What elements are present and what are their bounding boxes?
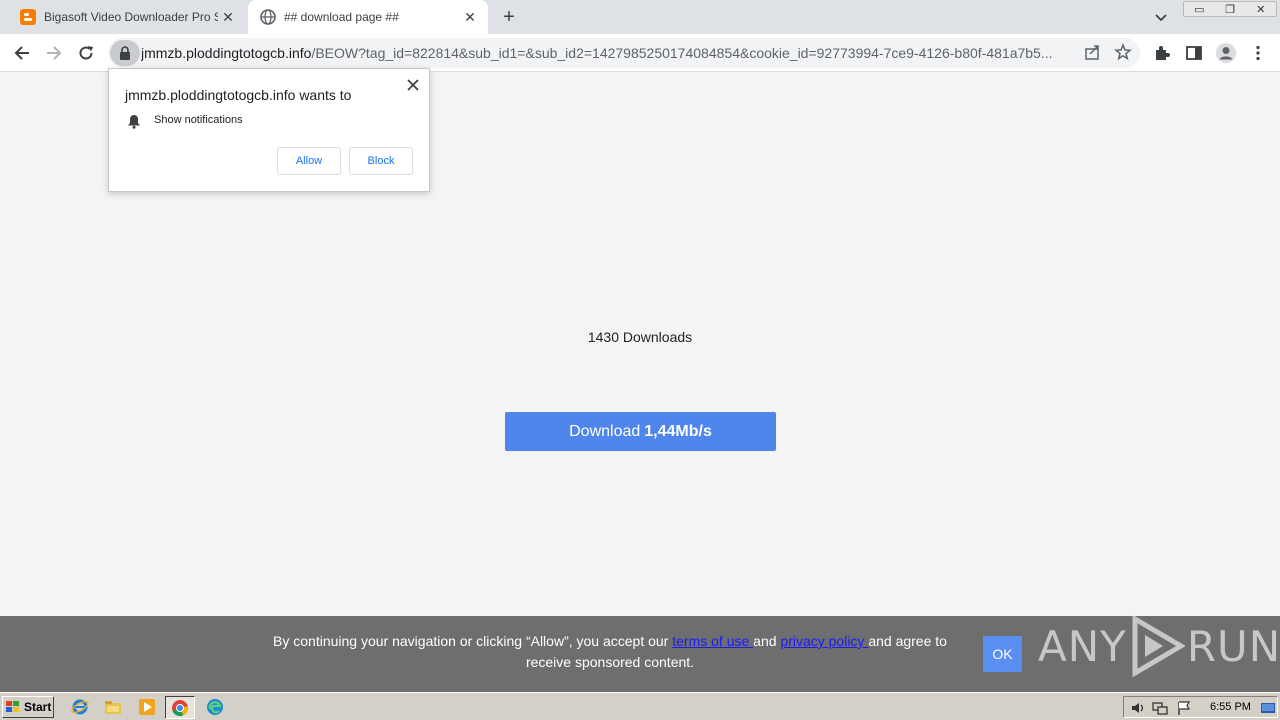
start-label: Start bbox=[24, 700, 52, 714]
volume-icon[interactable] bbox=[1130, 700, 1146, 716]
download-button-label: Download bbox=[569, 422, 641, 440]
extensions-icon[interactable] bbox=[1150, 41, 1174, 65]
consent-text-before: By continuing your navigation or clickin… bbox=[273, 633, 673, 649]
file-explorer-icon[interactable] bbox=[104, 698, 122, 716]
address-bar[interactable]: jmmzb.ploddingtotogcb.info/BEOW?tag_id=8… bbox=[108, 38, 1140, 68]
watermark-left: ANY bbox=[1038, 621, 1127, 671]
url-host: jmmzb.ploddingtotogcb.info bbox=[141, 45, 312, 61]
profile-avatar-icon[interactable] bbox=[1214, 41, 1238, 65]
edge-icon[interactable] bbox=[206, 698, 224, 716]
watermark-right: RUN bbox=[1186, 621, 1280, 671]
close-window-icon[interactable]: ✕ bbox=[1245, 2, 1276, 16]
tab-strip: Bigasoft Video Downloader Pro Serial ✕ #… bbox=[0, 0, 1280, 34]
notification-permission-prompt: jmmzb.ploddingtotogcb.info wants to Show… bbox=[108, 68, 430, 192]
restore-icon[interactable]: ❐ bbox=[1215, 2, 1246, 16]
consent-text-mid: and bbox=[753, 633, 781, 649]
url-text[interactable]: jmmzb.ploddingtotogcb.info/BEOW?tag_id=8… bbox=[141, 45, 1071, 61]
chrome-taskbar-button[interactable] bbox=[165, 696, 195, 719]
start-button[interactable]: Start bbox=[2, 696, 54, 718]
tab-title: Bigasoft Video Downloader Pro Serial bbox=[44, 10, 218, 24]
allow-button[interactable]: Allow bbox=[277, 147, 341, 175]
terms-of-use-link[interactable]: terms of use bbox=[672, 633, 753, 649]
consent-bar: By continuing your navigation or clickin… bbox=[0, 615, 1280, 692]
play-logo-icon bbox=[1132, 615, 1185, 677]
url-path: /BEOW?tag_id=822814&sub_id1=&sub_id2=142… bbox=[311, 45, 1053, 61]
anyrun-watermark: ANY RUN bbox=[1038, 615, 1280, 677]
menu-kebab-icon[interactable] bbox=[1246, 41, 1270, 65]
chevron-down-icon[interactable] bbox=[1152, 8, 1170, 26]
action-center-flag-icon[interactable] bbox=[1176, 700, 1192, 716]
bell-icon bbox=[128, 115, 140, 129]
forward-icon[interactable] bbox=[42, 41, 66, 65]
tab-bigasoft[interactable]: Bigasoft Video Downloader Pro Serial ✕ bbox=[8, 0, 246, 34]
lock-icon[interactable] bbox=[110, 40, 140, 66]
globe-icon bbox=[260, 9, 276, 25]
tab-close-icon[interactable]: ✕ bbox=[218, 7, 238, 27]
block-button[interactable]: Block bbox=[349, 147, 413, 175]
download-speed: 1,44Mb/s bbox=[644, 422, 712, 440]
reload-icon[interactable] bbox=[74, 41, 98, 65]
window-controls: ▭ ❐ ✕ bbox=[1183, 1, 1277, 17]
downloads-count: 1430 Downloads bbox=[587, 329, 693, 345]
bookmark-star-icon[interactable] bbox=[1114, 43, 1132, 61]
clock[interactable]: 6:55 PM bbox=[1210, 701, 1251, 713]
consent-text: By continuing your navigation or clickin… bbox=[270, 631, 950, 673]
show-desktop-icon[interactable] bbox=[1260, 700, 1276, 716]
windows-taskbar: Start 6:55 PM bbox=[0, 692, 1280, 720]
blogger-icon bbox=[20, 9, 36, 25]
side-panel-icon[interactable] bbox=[1182, 41, 1206, 65]
browser-toolbar: jmmzb.ploddingtotogcb.info/BEOW?tag_id=8… bbox=[0, 34, 1280, 72]
tab-download-page[interactable]: ## download page ## ✕ bbox=[248, 0, 488, 34]
download-button[interactable]: Download 1,44Mb/s bbox=[505, 412, 776, 451]
prompt-permission: Show notifications bbox=[154, 114, 243, 126]
new-tab-button[interactable]: + bbox=[498, 6, 520, 28]
minimize-icon[interactable]: ▭ bbox=[1184, 2, 1215, 16]
chrome-icon bbox=[172, 699, 189, 716]
share-icon[interactable] bbox=[1084, 43, 1102, 61]
prompt-title: jmmzb.ploddingtotogcb.info wants to bbox=[125, 87, 352, 103]
system-tray: 6:55 PM bbox=[1123, 696, 1278, 718]
network-icon[interactable] bbox=[1152, 700, 1168, 716]
privacy-policy-link[interactable]: privacy policy bbox=[780, 633, 868, 649]
ok-button[interactable]: OK bbox=[983, 636, 1022, 672]
tab-close-icon[interactable]: ✕ bbox=[460, 7, 480, 27]
internet-explorer-icon[interactable] bbox=[71, 698, 89, 716]
close-icon[interactable] bbox=[405, 77, 421, 93]
media-player-icon[interactable] bbox=[138, 698, 156, 716]
windows-flag-icon bbox=[6, 701, 19, 712]
tab-title: ## download page ## bbox=[284, 10, 399, 24]
back-icon[interactable] bbox=[10, 41, 34, 65]
